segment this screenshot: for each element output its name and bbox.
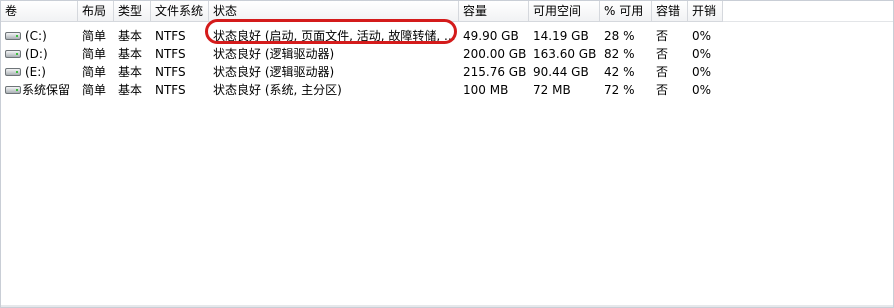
layout-cell: 简单 <box>82 65 107 79</box>
type-cell: 基本 <box>118 47 143 61</box>
overhead-cell: 0% <box>692 65 712 79</box>
percent-free-cell: 28 % <box>604 29 635 43</box>
filesystem-cell: NTFS <box>155 83 186 97</box>
column-header-percent-free[interactable]: % 可用 <box>600 1 652 21</box>
filesystem-cell: NTFS <box>155 65 186 79</box>
fault-tolerance-cell: 否 <box>656 83 669 97</box>
status-cell: 状态良好 (系统, 主分区) <box>213 83 342 97</box>
table-row-e[interactable]: (E:) 简单 基本 NTFS 状态良好 (逻辑驱动器) 215.76 GB 9… <box>1 63 723 81</box>
layout-cell: 简单 <box>82 29 107 43</box>
volume-cell: (C:) <box>1 27 78 45</box>
overhead-cell: 0% <box>692 83 712 97</box>
table-row-d[interactable]: (D:) 简单 基本 NTFS 状态良好 (逻辑驱动器) 200.00 GB 1… <box>1 45 723 63</box>
header-filler <box>723 1 893 22</box>
volume-cell: 系统保留 <box>1 81 78 99</box>
column-header-status[interactable]: 状态 <box>209 1 459 21</box>
hard-drive-icon <box>5 85 21 94</box>
column-header-layout[interactable]: 布局 <box>78 1 114 21</box>
capacity-cell: 100 MB <box>463 83 509 97</box>
volume-list-view: 卷 布局 类型 文件系统 状态 容量 可用空间 % 可用 容错 开销 (C:) … <box>0 0 894 308</box>
hard-drive-icon <box>5 67 21 76</box>
overhead-cell: 0% <box>692 29 712 43</box>
filesystem-cell: NTFS <box>155 29 186 43</box>
hard-drive-icon <box>5 31 21 40</box>
capacity-cell: 215.76 GB <box>463 65 527 79</box>
status-cell: 状态良好 (逻辑驱动器) <box>213 65 335 79</box>
percent-free-cell: 72 % <box>604 83 635 97</box>
volume-cell: (D:) <box>1 45 78 63</box>
free-space-cell: 72 MB <box>533 83 571 97</box>
type-cell: 基本 <box>118 65 143 79</box>
fault-tolerance-cell: 否 <box>656 29 669 43</box>
fault-tolerance-cell: 否 <box>656 47 669 61</box>
status-cell: 状态良好 (逻辑驱动器) <box>213 47 335 61</box>
capacity-cell: 200.00 GB <box>463 47 527 61</box>
percent-free-cell: 82 % <box>604 47 635 61</box>
overhead-cell: 0% <box>692 47 712 61</box>
column-header-overhead[interactable]: 开销 <box>688 1 723 21</box>
column-header-free-space[interactable]: 可用空间 <box>529 1 600 21</box>
fault-tolerance-cell: 否 <box>656 65 669 79</box>
column-header-volume[interactable]: 卷 <box>1 1 78 21</box>
filesystem-cell: NTFS <box>155 47 186 61</box>
free-space-cell: 14.19 GB <box>533 29 589 43</box>
capacity-cell: 49.90 GB <box>463 29 519 43</box>
table-row-system-reserved[interactable]: 系统保留 简单 基本 NTFS 状态良好 (系统, 主分区) 100 MB 72… <box>1 81 723 99</box>
layout-cell: 简单 <box>82 47 107 61</box>
free-space-cell: 90.44 GB <box>533 65 589 79</box>
layout-cell: 简单 <box>82 83 107 97</box>
column-header-fault-tolerance[interactable]: 容错 <box>652 1 688 21</box>
column-header-capacity[interactable]: 容量 <box>459 1 529 21</box>
type-cell: 基本 <box>118 29 143 43</box>
table-row-c[interactable]: (C:) 简单 基本 NTFS 状态良好 (启动, 页面文件, 活动, 故障转储… <box>1 27 723 45</box>
percent-free-cell: 42 % <box>604 65 635 79</box>
volume-cell: (E:) <box>1 63 78 81</box>
bottom-divider <box>1 305 893 307</box>
column-header-bar: 卷 布局 类型 文件系统 状态 容量 可用空间 % 可用 容错 开销 <box>1 1 893 22</box>
column-header-filesystem[interactable]: 文件系统 <box>151 1 209 21</box>
column-header-type[interactable]: 类型 <box>114 1 151 21</box>
free-space-cell: 163.60 GB <box>533 47 597 61</box>
status-cell: 状态良好 (启动, 页面文件, 活动, 故障转储, ... <box>213 29 456 43</box>
type-cell: 基本 <box>118 83 143 97</box>
hard-drive-icon <box>5 49 21 58</box>
